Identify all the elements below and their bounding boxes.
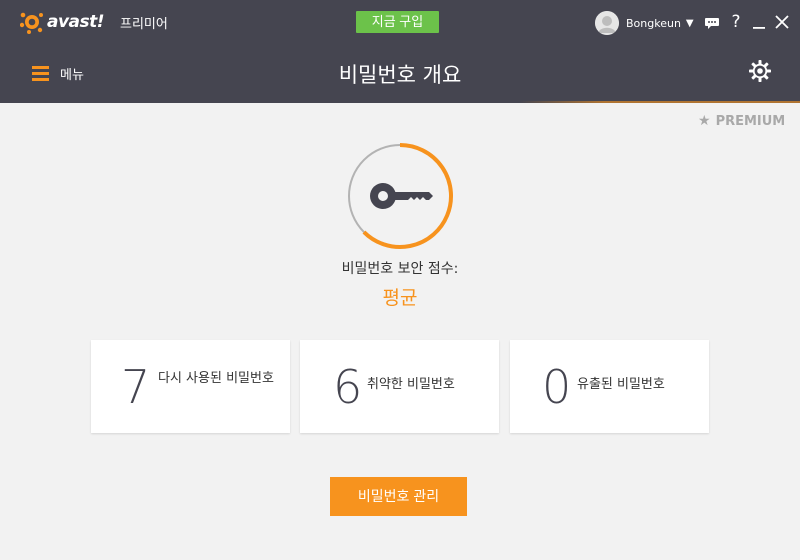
user-silhouette-icon bbox=[595, 11, 619, 35]
title-bar: avast! 프리미어 지금 구입 Bongkeun ▼ ? bbox=[0, 0, 800, 45]
page-header: 메뉴 비밀번호 개요 bbox=[0, 45, 800, 103]
header-accent-line bbox=[520, 101, 800, 103]
score-label: 비밀번호 보안 점수: bbox=[341, 261, 459, 277]
score-value: 평균 bbox=[382, 287, 418, 309]
help-icon[interactable]: ? bbox=[727, 12, 745, 32]
weak-label: 취약한 비밀번호 bbox=[367, 377, 455, 392]
manage-passwords-button[interactable]: 비밀번호 관리 bbox=[330, 477, 467, 516]
star-icon: ★ bbox=[698, 113, 711, 129]
premium-badge: ★ PREMIUM bbox=[698, 113, 785, 129]
avast-logo-icon bbox=[20, 12, 43, 34]
chat-icon[interactable] bbox=[703, 13, 721, 33]
reused-label: 다시 사용된 비밀번호 bbox=[158, 371, 274, 386]
reused-count: 7 bbox=[121, 360, 151, 414]
leaked-count: 0 bbox=[542, 360, 572, 414]
avast-logo: avast! bbox=[20, 10, 105, 34]
password-score-gauge bbox=[348, 143, 453, 249]
weak-count: 6 bbox=[333, 360, 363, 414]
close-icon[interactable] bbox=[773, 12, 791, 32]
chevron-down-icon: ▼ bbox=[685, 17, 694, 29]
reused-passwords-card[interactable]: 7 다시 사용된 비밀번호 bbox=[91, 340, 290, 433]
edition-label: 프리미어 bbox=[120, 17, 168, 32]
gear-icon[interactable] bbox=[748, 59, 772, 83]
page-title: 비밀번호 개요 bbox=[338, 63, 462, 87]
weak-passwords-card[interactable]: 6 취약한 비밀번호 bbox=[300, 340, 499, 433]
avatar bbox=[595, 11, 619, 35]
leaked-label: 유출된 비밀번호 bbox=[577, 377, 665, 392]
logo-text: avast! bbox=[47, 12, 105, 32]
user-name: Bongkeun bbox=[626, 16, 681, 30]
key-icon bbox=[370, 183, 433, 209]
premium-label: PREMIUM bbox=[715, 113, 786, 129]
user-account-menu[interactable]: Bongkeun ▼ bbox=[595, 11, 694, 35]
minimize-icon[interactable] bbox=[750, 12, 768, 32]
buy-now-button[interactable]: 지금 구입 bbox=[356, 11, 439, 33]
leaked-passwords-card[interactable]: 0 유출된 비밀번호 bbox=[510, 340, 709, 433]
